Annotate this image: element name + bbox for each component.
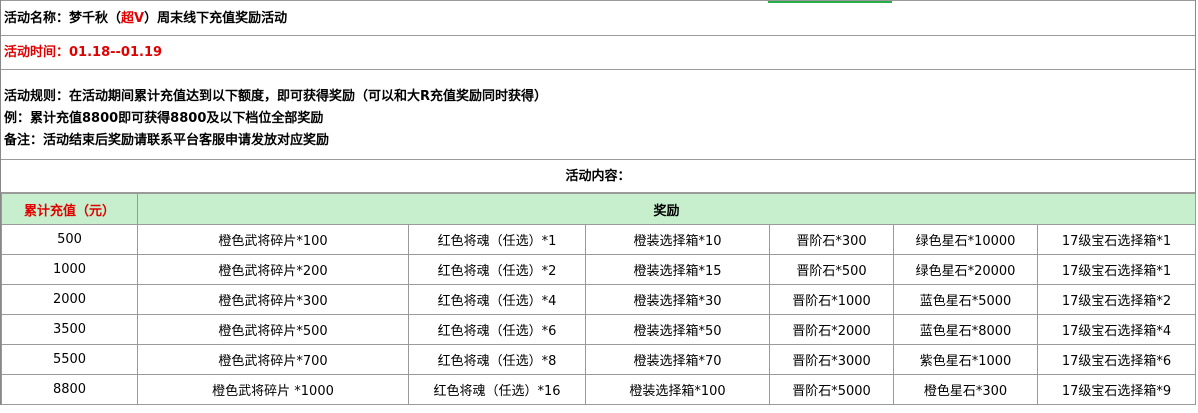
reward-cell: 蓝色星石*8000 — [893, 314, 1038, 345]
header-reward: 奖励 — [136, 193, 1197, 225]
activity-sheet: 活动名称：梦千秋（超V）周末线下充值奖励活动 活动时间：01.18--01.19… — [0, 0, 1197, 405]
reward-cell: 橙装选择箱*50 — [585, 314, 770, 345]
activity-rules-row: 活动规则：在活动期间累计充值达到以下额度，即可获得奖励（可以和大R充值奖励同时获… — [1, 70, 1195, 160]
reward-cell: 橙装选择箱*30 — [585, 284, 770, 315]
activity-example-line: 例：累计充值8800即可获得8800及以下档位全部奖励 — [4, 111, 324, 126]
reward-cell: 橙装选择箱*70 — [585, 344, 770, 375]
reward-cell: 紫色星石*1000 — [893, 344, 1038, 375]
activity-time: 活动时间：01.18--01.19 — [4, 45, 163, 60]
reward-cell: 蓝色星石*5000 — [893, 284, 1038, 315]
table-row: 1000 橙色武将碎片*200 红色将魂（任选）*2 橙装选择箱*15 晋阶石*500 绿… — [1, 254, 1197, 285]
reward-cell: 17级宝石选择箱*1 — [1036, 224, 1197, 255]
activity-name-highlight: 超V — [121, 11, 145, 26]
reward-cell: 17级宝石选择箱*4 — [1036, 314, 1197, 345]
reward-cell: 晋阶石*500 — [769, 254, 894, 285]
reward-cell: 晋阶石*1000 — [769, 284, 894, 315]
reward-cell: 晋阶石*5000 — [769, 374, 894, 405]
reward-cell: 红色将魂（任选）*16 — [408, 374, 586, 405]
reward-cell: 红色将魂（任选）*4 — [408, 284, 586, 315]
reward-table: 累计充值（元） 奖励 500 橙色武将碎片*100 红色将魂（任选）*1 橙装选择箱*… — [1, 193, 1197, 405]
table-row: 5500 橙色武将碎片*700 红色将魂（任选）*8 橙装选择箱*70 晋阶石*3000… — [1, 344, 1197, 375]
table-row: 500 橙色武将碎片*100 红色将魂（任选）*1 橙装选择箱*10 晋阶石*300 绿色… — [1, 224, 1197, 255]
header-recharge: 累计充值（元） — [1, 193, 138, 225]
recharge-amount-cell: 8800 — [1, 374, 138, 405]
reward-cell: 橙色武将碎片 *1000 — [137, 374, 409, 405]
reward-cell: 橙色武将碎片*700 — [137, 344, 409, 375]
table-row: 3500 橙色武将碎片*500 红色将魂（任选）*6 橙装选择箱*50 晋阶石*2000… — [1, 314, 1197, 345]
reward-cell: 橙色武将碎片*100 — [137, 224, 409, 255]
reward-cell: 红色将魂（任选）*8 — [408, 344, 586, 375]
reward-table-header: 累计充值（元） 奖励 — [1, 193, 1197, 225]
reward-cell: 橙装选择箱*10 — [585, 224, 770, 255]
activity-content-row: 活动内容： — [1, 160, 1195, 193]
reward-cell: 橙装选择箱*15 — [585, 254, 770, 285]
reward-cell: 晋阶石*3000 — [769, 344, 894, 375]
reward-cell: 橙装选择箱*100 — [585, 374, 770, 405]
reward-cell: 橙色星石*300 — [893, 374, 1038, 405]
activity-note-line: 备注：活动结束后奖励请联系平台客服申请发放对应奖励 — [4, 133, 330, 148]
reward-cell: 17级宝石选择箱*2 — [1036, 284, 1197, 315]
reward-cell: 晋阶石*300 — [769, 224, 894, 255]
recharge-amount-cell: 2000 — [1, 284, 138, 315]
recharge-amount-cell: 5500 — [1, 344, 138, 375]
reward-cell: 橙色武将碎片*500 — [137, 314, 409, 345]
reward-cell: 绿色星石*20000 — [893, 254, 1038, 285]
reward-cell: 橙色武将碎片*300 — [137, 284, 409, 315]
reward-cell: 红色将魂（任选）*6 — [408, 314, 586, 345]
activity-name-prefix: 活动名称：梦千秋（ — [4, 11, 122, 26]
recharge-amount-cell: 500 — [1, 224, 138, 255]
activity-name-row: 活动名称：梦千秋（超V）周末线下充值奖励活动 — [1, 0, 1195, 36]
reward-cell: 晋阶石*2000 — [769, 314, 894, 345]
reward-cell: 红色将魂（任选）*2 — [408, 254, 586, 285]
activity-rule-line: 活动规则：在活动期间累计充值达到以下额度，即可获得奖励（可以和大R充值奖励同时获… — [4, 89, 548, 104]
recharge-amount-cell: 1000 — [1, 254, 138, 285]
activity-name-suffix: ）周末线下充值奖励活动 — [144, 11, 288, 26]
reward-cell: 橙色武将碎片*200 — [137, 254, 409, 285]
reward-cell: 绿色星石*10000 — [893, 224, 1038, 255]
activity-content-label: 活动内容： — [565, 169, 631, 184]
recharge-amount-cell: 3500 — [1, 314, 138, 345]
table-row: 8800 橙色武将碎片 *1000 红色将魂（任选）*16 橙装选择箱*100 晋阶石*… — [1, 374, 1197, 405]
reward-cell: 17级宝石选择箱*9 — [1036, 374, 1197, 405]
reward-cell: 17级宝石选择箱*6 — [1036, 344, 1197, 375]
reward-cell: 17级宝石选择箱*1 — [1036, 254, 1197, 285]
activity-time-row: 活动时间：01.18--01.19 — [1, 36, 1195, 70]
table-row: 2000 橙色武将碎片*300 红色将魂（任选）*4 橙装选择箱*30 晋阶石*1000… — [1, 284, 1197, 315]
reward-cell: 红色将魂（任选）*1 — [408, 224, 586, 255]
